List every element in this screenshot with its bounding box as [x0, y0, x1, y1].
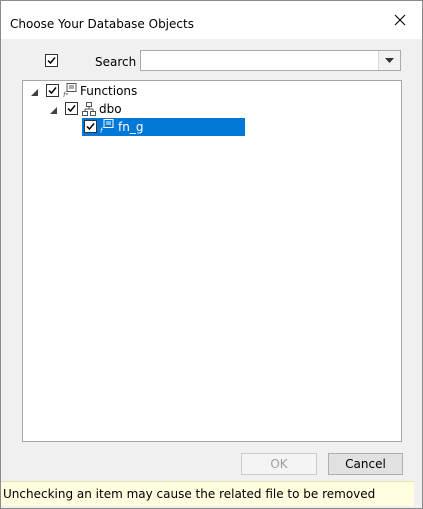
checkmark-icon: [48, 87, 57, 95]
choose-database-objects-dialog: Choose Your Database Objects Search f Fu…: [0, 0, 423, 509]
search-dropdown-button[interactable]: [378, 51, 400, 70]
tree-node-dbo[interactable]: dbo: [23, 100, 401, 118]
dialog-title: Choose Your Database Objects: [10, 17, 194, 31]
tree-node-fn-g[interactable]: f fn_g: [23, 118, 401, 136]
fn-g-label: fn_g: [118, 120, 144, 134]
functions-checkbox[interactable]: [46, 84, 59, 97]
select-all-checkbox[interactable]: [45, 54, 58, 67]
checkmark-icon: [86, 123, 95, 131]
dbo-label: dbo: [99, 102, 122, 116]
dbo-checkbox[interactable]: [65, 102, 78, 115]
svg-text:f: f: [100, 127, 104, 134]
functions-folder-icon: f: [63, 83, 77, 98]
fn-g-checkbox[interactable]: [84, 120, 97, 133]
functions-label: Functions: [80, 84, 138, 98]
objects-tree[interactable]: f Functions dbo f fn_g: [22, 80, 402, 442]
function-icon: f: [100, 119, 114, 134]
ok-button[interactable]: OK: [241, 453, 317, 475]
search-combobox[interactable]: [140, 50, 401, 71]
checkmark-icon: [47, 57, 56, 65]
expand-triangle-icon[interactable]: [30, 88, 39, 97]
schema-icon: [82, 102, 96, 116]
cancel-button[interactable]: Cancel: [328, 453, 403, 475]
title-bar: Choose Your Database Objects: [1, 1, 422, 39]
hint-text: Unchecking an item may cause the related…: [3, 487, 376, 501]
hint-bar: Unchecking an item may cause the related…: [1, 481, 414, 506]
close-button[interactable]: [378, 1, 422, 39]
search-input[interactable]: [141, 51, 379, 70]
tree-node-functions[interactable]: f Functions: [23, 82, 401, 100]
chevron-down-icon: [385, 58, 394, 63]
expand-triangle-icon[interactable]: [49, 106, 58, 115]
checkmark-icon: [67, 105, 76, 113]
search-label: Search: [95, 55, 137, 69]
close-icon: [394, 14, 406, 26]
